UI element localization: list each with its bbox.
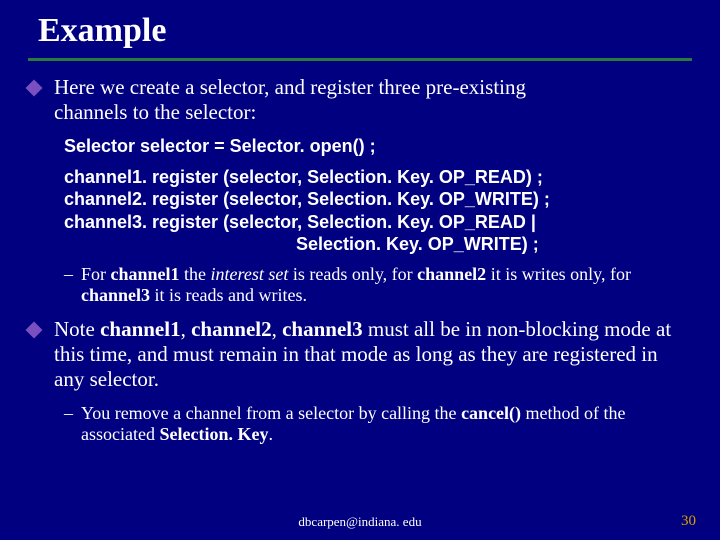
code-line-open: Selector selector = Selector. open() ; <box>64 136 376 156</box>
sub-bullet-1-text: For channel1 the interest set is reads o… <box>81 264 692 307</box>
code-line-ch1: channel1. register (selector, Selection.… <box>64 167 543 187</box>
bold-channel2: channel2 <box>417 264 486 284</box>
bullet-1-line-a: Here we create a selector, and register … <box>54 75 526 99</box>
italic-interest-set: interest set <box>211 264 289 284</box>
title-divider <box>28 58 692 61</box>
txt: is reads only, for <box>288 264 417 284</box>
code-line-ch2: channel2. register (selector, Selection.… <box>64 189 550 209</box>
code-block-1: Selector selector = Selector. open() ; <box>64 135 692 158</box>
bold-channel3: channel3 <box>282 317 363 341</box>
bullet-2: Note channel1, channel2, channel3 must a… <box>28 317 692 393</box>
txt: Note <box>54 317 100 341</box>
bold-channel1: channel1 <box>111 264 180 284</box>
code-block-2: channel1. register (selector, Selection.… <box>64 166 692 256</box>
code-line-ch3b: Selection. Key. OP_WRITE) ; <box>64 233 692 256</box>
page-number: 30 <box>681 513 696 530</box>
bold-channel2: channel2 <box>191 317 272 341</box>
dash-icon: – <box>64 264 73 286</box>
bold-channel3: channel3 <box>81 285 150 305</box>
diamond-bullet-icon <box>26 80 43 97</box>
txt: For <box>81 264 111 284</box>
sub-bullet-2-text: You remove a channel from a selector by … <box>81 403 692 446</box>
sub-bullet-2: – You remove a channel from a selector b… <box>64 403 692 446</box>
bullet-2-text: Note channel1, channel2, channel3 must a… <box>54 317 692 393</box>
txt: . <box>268 424 273 444</box>
sub-bullet-1: – For channel1 the interest set is reads… <box>64 264 692 307</box>
dash-icon: – <box>64 403 73 425</box>
bullet-1-text: Here we create a selector, and register … <box>54 75 526 125</box>
txt: , <box>181 317 192 341</box>
footer-email: dbcarpen@indiana. edu <box>0 514 720 530</box>
txt: it is writes only, for <box>486 264 631 284</box>
txt: , <box>272 317 283 341</box>
txt: the <box>180 264 211 284</box>
bold-selection-key: Selection. Key <box>159 424 268 444</box>
diamond-bullet-icon <box>26 322 43 339</box>
txt: it is reads and writes. <box>150 285 307 305</box>
txt: You remove a channel from a selector by … <box>81 403 461 423</box>
slide-title: Example <box>38 12 692 50</box>
bullet-1: Here we create a selector, and register … <box>28 75 692 125</box>
bold-channel1: channel1 <box>100 317 181 341</box>
bullet-1-line-b: channels to the selector: <box>54 100 256 124</box>
bold-cancel: cancel() <box>461 403 521 423</box>
code-line-ch3a: channel3. register (selector, Selection.… <box>64 212 536 232</box>
